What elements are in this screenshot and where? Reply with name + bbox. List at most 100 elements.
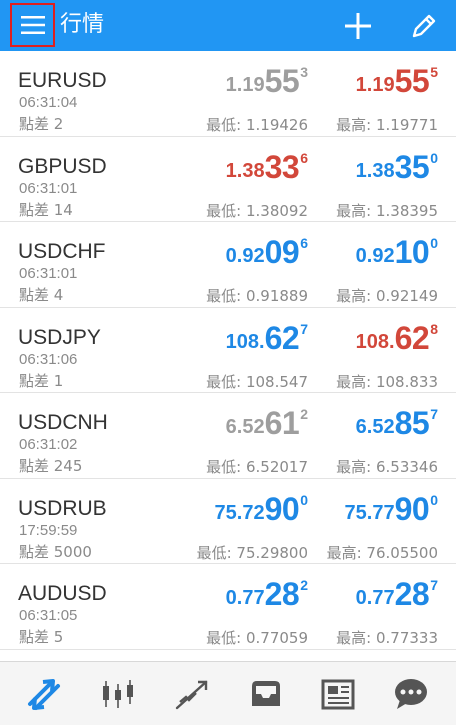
spread-value: 點差 14 [19,200,73,219]
quote-row[interactable]: USDJPY 06:31:06 點差 1 108. 62 7 108. 62 8 最低: 108.… [0,307,456,393]
trend-line-icon [175,680,208,710]
quote-row[interactable]: USDCHF 06:31:01 點差 4 0.92 09 6 0.92 10 0 最低: 0.91… [0,222,456,308]
bid-price-prefix: 108. [225,330,265,353]
ask-price: 6.52 85 7 [356,403,438,439]
trade-tab[interactable] [174,676,210,712]
ask-price-pips: 90 [394,490,430,527]
low-price: 最低: 108.547 [206,372,308,391]
bid-price: 1.38 33 6 [226,147,308,183]
ask-price-fraction: 7 [430,406,438,422]
bid-price-pips: 61 [264,405,300,441]
quote-row[interactable]: USDRUB 17:59:59 點差 5000 75.72 90 0 75.77 90 0 最低:… [0,478,456,564]
bottom-navigation [0,661,456,725]
ask-price-prefix: 0.92 [355,245,395,267]
quote-row[interactable]: EURUSD 06:31:04 點差 2 1.19 55 3 1.19 55 5 最低: 1.19… [0,51,456,137]
add-symbol-button[interactable] [342,10,374,42]
bid-price-pips: 09 [264,234,300,270]
arrows-updown-icon [28,679,60,710]
quotes-tab[interactable] [26,676,62,712]
high-price: 最高: 0.92149 [336,287,438,305]
low-price: 最低: 6.52017 [206,458,308,476]
chart-tab[interactable] [100,676,136,712]
low-price: 最低: 1.38092 [206,201,308,220]
ask-price: 0.77 28 7 [356,574,438,610]
bid-price-fraction: 2 [300,577,308,593]
ask-price-prefix: 75.77 [344,501,395,524]
low-price: 最低: 1.19426 [206,116,308,134]
bid-price-prefix: 6.52 [225,416,265,438]
symbol-name: USDCHF [18,240,106,263]
bid-price-fraction: 0 [300,491,308,508]
spread-value: 點差 1 [19,371,64,390]
bid-price-prefix: 1.38 [225,159,265,182]
quote-row[interactable]: GBPUSD 06:31:01 點差 14 1.38 33 6 1.38 35 0 最低: 1.3… [0,136,456,222]
quote-time: 06:31:05 [19,607,78,624]
ask-price-pips: 85 [394,405,430,441]
bid-price-fraction: 7 [300,320,308,337]
bid-price-fraction: 3 [300,64,308,80]
bid-price: 1.19 55 3 [226,61,308,97]
bid-price-fraction: 2 [300,406,308,422]
high-price: 最高: 76.05500 [326,543,438,562]
menu-button[interactable] [10,3,55,47]
symbol-name: USDJPY [18,325,101,349]
spread-value: 點差 5000 [19,542,92,561]
ask-price-prefix: 1.19 [355,74,395,96]
hamburger-menu-icon [20,16,45,34]
quote-row[interactable]: AUDUSD 06:31:05 點差 5 0.77 28 2 0.77 28 7 最低: 0.77… [0,564,456,650]
ask-price-pips: 35 [394,148,430,185]
symbol-name: GBPUSD [18,154,107,178]
quote-time: 06:31:01 [19,179,78,197]
spread-value: 點差 2 [19,115,64,133]
bid-price-prefix: 75.72 [214,501,265,524]
bid-price-pips: 62 [264,319,300,356]
spread-value: 點差 245 [19,457,83,475]
ask-price-prefix: 6.52 [355,416,395,438]
ask-price: 108. 62 8 [356,318,438,354]
edit-button[interactable] [408,10,440,42]
bid-price: 0.77 28 2 [226,574,308,610]
bid-price-prefix: 1.19 [225,74,265,96]
bid-price: 75.72 90 0 [215,489,308,525]
chat-bubble-icon [395,679,427,709]
ask-price-prefix: 108. [355,330,395,353]
bid-price: 108. 62 7 [226,318,308,354]
symbol-name: USDRUB [18,496,107,520]
quote-row[interactable]: USDCNH 06:31:02 點差 245 6.52 61 2 6.52 85 7 最低: 6.… [0,393,456,479]
quote-time: 06:31:04 [19,94,78,111]
ask-price-pips: 28 [394,576,430,612]
pencil-icon [412,14,436,38]
quote-list[interactable]: EURUSD 06:31:04 點差 2 1.19 55 3 1.19 55 5 最低: 1.19… [0,51,456,661]
bid-price-pips: 28 [264,576,300,612]
low-price: 最低: 0.77059 [206,629,308,647]
low-price: 最低: 75.29800 [196,543,308,562]
bid-price-prefix: 0.77 [225,587,265,609]
chat-tab[interactable] [393,676,429,712]
app-bar: 行情 [0,0,456,51]
bid-price-pips: 33 [264,148,300,185]
bid-price: 6.52 61 2 [226,403,308,439]
bid-price: 0.92 09 6 [226,232,308,268]
news-tab[interactable] [320,676,356,712]
ask-price-fraction: 5 [430,64,438,80]
high-price: 最高: 6.53346 [336,458,438,476]
symbol-name: USDCNH [18,411,108,434]
quote-time: 06:31:02 [19,436,78,453]
bid-price-prefix: 0.92 [225,245,265,267]
high-price: 最高: 1.38395 [336,201,438,220]
ask-price: 75.77 90 0 [345,489,438,525]
quote-time: 17:59:59 [19,521,78,539]
high-price: 最高: 1.19771 [336,116,438,134]
ask-price-pips: 55 [394,63,430,99]
spread-value: 點差 4 [19,286,64,304]
bid-price-fraction: 6 [300,235,308,251]
quote-time: 06:31:06 [19,350,78,368]
ask-price-pips: 62 [394,319,430,356]
inbox-tray-icon [252,681,280,706]
history-tab[interactable] [248,676,284,712]
ask-price: 1.38 35 0 [356,147,438,183]
high-price: 最高: 108.833 [336,372,438,391]
ask-price: 0.92 10 0 [356,232,438,268]
symbol-name: EURUSD [18,69,107,92]
ask-price-fraction: 7 [430,577,438,593]
